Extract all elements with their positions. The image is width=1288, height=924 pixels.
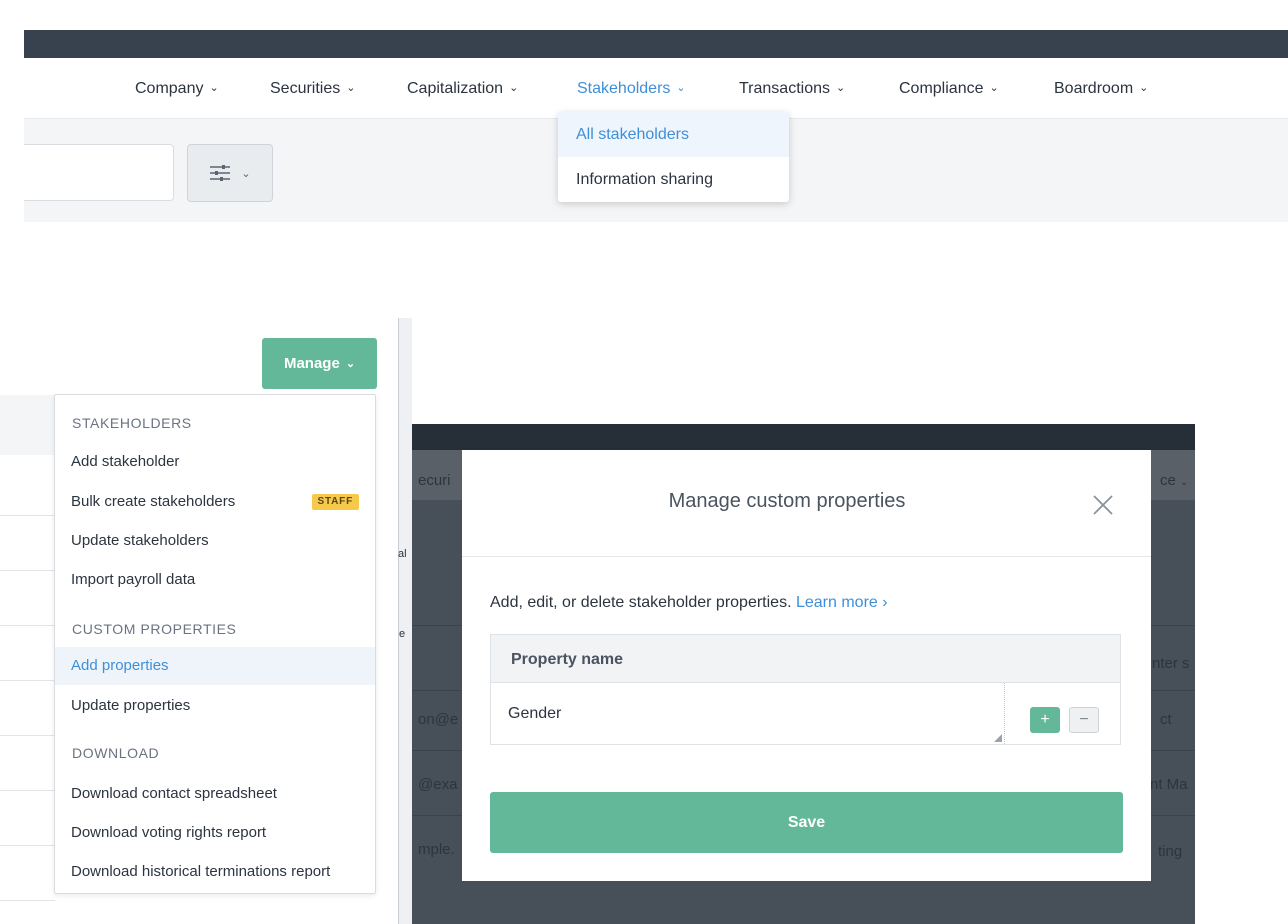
row-divider (0, 515, 55, 516)
menu-item-bulk-create-stakeholders[interactable]: Bulk create stakeholders STAFF (55, 483, 375, 521)
top-header-bar (24, 30, 1288, 58)
staff-badge: STAFF (311, 494, 359, 510)
background-divider (412, 750, 462, 751)
background-text: ct (1160, 711, 1172, 728)
nav-label: Transactions (739, 80, 830, 97)
cropped-text: al (398, 548, 407, 560)
chevron-down-icon: ⌄ (1139, 82, 1149, 94)
chevron-down-icon: ⌄ (241, 167, 251, 180)
chevron-down-icon: ⌄ (346, 82, 356, 94)
table-header: Property name (491, 635, 1120, 683)
chevron-down-icon: ⌄ (345, 358, 356, 370)
background-divider (1151, 750, 1195, 751)
nav-label: Compliance (899, 80, 984, 97)
menu-item-update-stakeholders[interactable]: Update stakeholders (55, 522, 375, 560)
nav-transactions[interactable]: Transactions ⌄ (739, 80, 845, 98)
row-divider (0, 570, 55, 571)
row-divider (0, 790, 55, 791)
background-divider (1151, 690, 1195, 691)
nav-capitalization[interactable]: Capitalization ⌄ (407, 80, 518, 98)
modal-divider (462, 556, 1151, 557)
menu-item-information-sharing[interactable]: Information sharing (558, 157, 789, 202)
cropped-text: e (399, 628, 406, 640)
menu-item-download-contact-spreadsheet[interactable]: Download contact spreadsheet (55, 775, 375, 813)
search-input[interactable] (24, 144, 174, 201)
background-header-bar (412, 424, 1195, 450)
nav-label: Stakeholders (577, 80, 671, 97)
add-property-button[interactable]: + (1030, 707, 1060, 733)
background-text: ecuri (418, 472, 451, 489)
background-text: @exa (418, 776, 458, 793)
nav-stakeholders[interactable]: Stakeholders ⌄ (577, 80, 686, 98)
background-divider (412, 690, 462, 691)
nav-securities[interactable]: Securities ⌄ (270, 80, 355, 98)
section-title-custom-properties: CUSTOM PROPERTIES (72, 621, 237, 637)
nav-company[interactable]: Company ⌄ (135, 80, 219, 98)
background-text: nter s (1152, 655, 1190, 672)
resize-handle-icon[interactable] (994, 734, 1002, 742)
manage-dropdown: STAKEHOLDERS Add stakeholder Bulk create… (54, 394, 376, 894)
background-text: on@e (418, 711, 459, 728)
nav-label: Company (135, 80, 204, 97)
properties-table: Property name Gender + − (490, 634, 1121, 745)
nav-label: Securities (270, 80, 341, 97)
learn-more-link[interactable]: Learn more › (796, 594, 888, 611)
modal-description: Add, edit, or delete stakeholder propert… (490, 594, 888, 612)
background-text: ce ⌄ (1160, 472, 1189, 489)
menu-item-download-voting-rights-report[interactable]: Download voting rights report (55, 814, 375, 852)
modal-title: Manage custom properties (668, 490, 906, 512)
property-value: Gender (508, 705, 562, 722)
nav-label: Capitalization (407, 80, 504, 97)
row-divider (0, 735, 55, 736)
column-header-property-name: Property name (511, 651, 624, 668)
row-divider (0, 900, 55, 901)
chevron-down-icon: ⌄ (836, 82, 846, 94)
nav-label: Boardroom (1054, 80, 1134, 97)
menu-item-add-stakeholder[interactable]: Add stakeholder (55, 443, 375, 481)
background-divider (412, 815, 462, 816)
row-divider (0, 625, 55, 626)
remove-property-button[interactable]: − (1069, 707, 1099, 733)
background-text: mple. (418, 841, 455, 858)
section-title-download: DOWNLOAD (72, 745, 160, 761)
description-text: Add, edit, or delete stakeholder propert… (490, 594, 792, 611)
row-divider (0, 845, 55, 846)
sliders-icon (210, 165, 231, 181)
table-header-strip (0, 395, 55, 455)
background-text: nt Ma (1150, 776, 1188, 793)
nav-compliance[interactable]: Compliance ⌄ (899, 80, 999, 98)
property-name-field[interactable]: Gender (491, 683, 1005, 744)
row-divider (0, 680, 55, 681)
stakeholders-dropdown: All stakeholders Information sharing (558, 112, 789, 202)
manage-button-label: Manage (283, 355, 340, 372)
nav-boardroom[interactable]: Boardroom ⌄ (1054, 80, 1148, 98)
menu-item-all-stakeholders[interactable]: All stakeholders (558, 112, 789, 157)
panel-divider (398, 318, 412, 924)
filter-button[interactable]: ⌄ (187, 144, 273, 202)
menu-item-add-properties[interactable]: Add properties (55, 647, 375, 685)
background-divider (1151, 815, 1195, 816)
background-divider (412, 625, 462, 626)
save-button[interactable]: Save (490, 792, 1123, 853)
section-title-stakeholders: STAKEHOLDERS (72, 415, 192, 431)
background-text: ting (1158, 843, 1183, 860)
menu-item-update-properties[interactable]: Update properties (55, 687, 375, 725)
menu-item-download-historical-terminations-report[interactable]: Download historical terminations report (55, 853, 375, 891)
chevron-down-icon: ⌄ (676, 82, 686, 94)
background-divider (1151, 625, 1195, 626)
manage-button[interactable]: Manage ⌄ (262, 338, 377, 389)
chevron-down-icon: ⌄ (989, 82, 999, 94)
menu-item-import-payroll-data[interactable]: Import payroll data (55, 561, 375, 599)
menu-item-label: Bulk create stakeholders (71, 493, 236, 510)
chevron-down-icon: ⌄ (209, 82, 219, 94)
close-icon[interactable] (1088, 490, 1118, 520)
chevron-down-icon: ⌄ (509, 82, 519, 94)
